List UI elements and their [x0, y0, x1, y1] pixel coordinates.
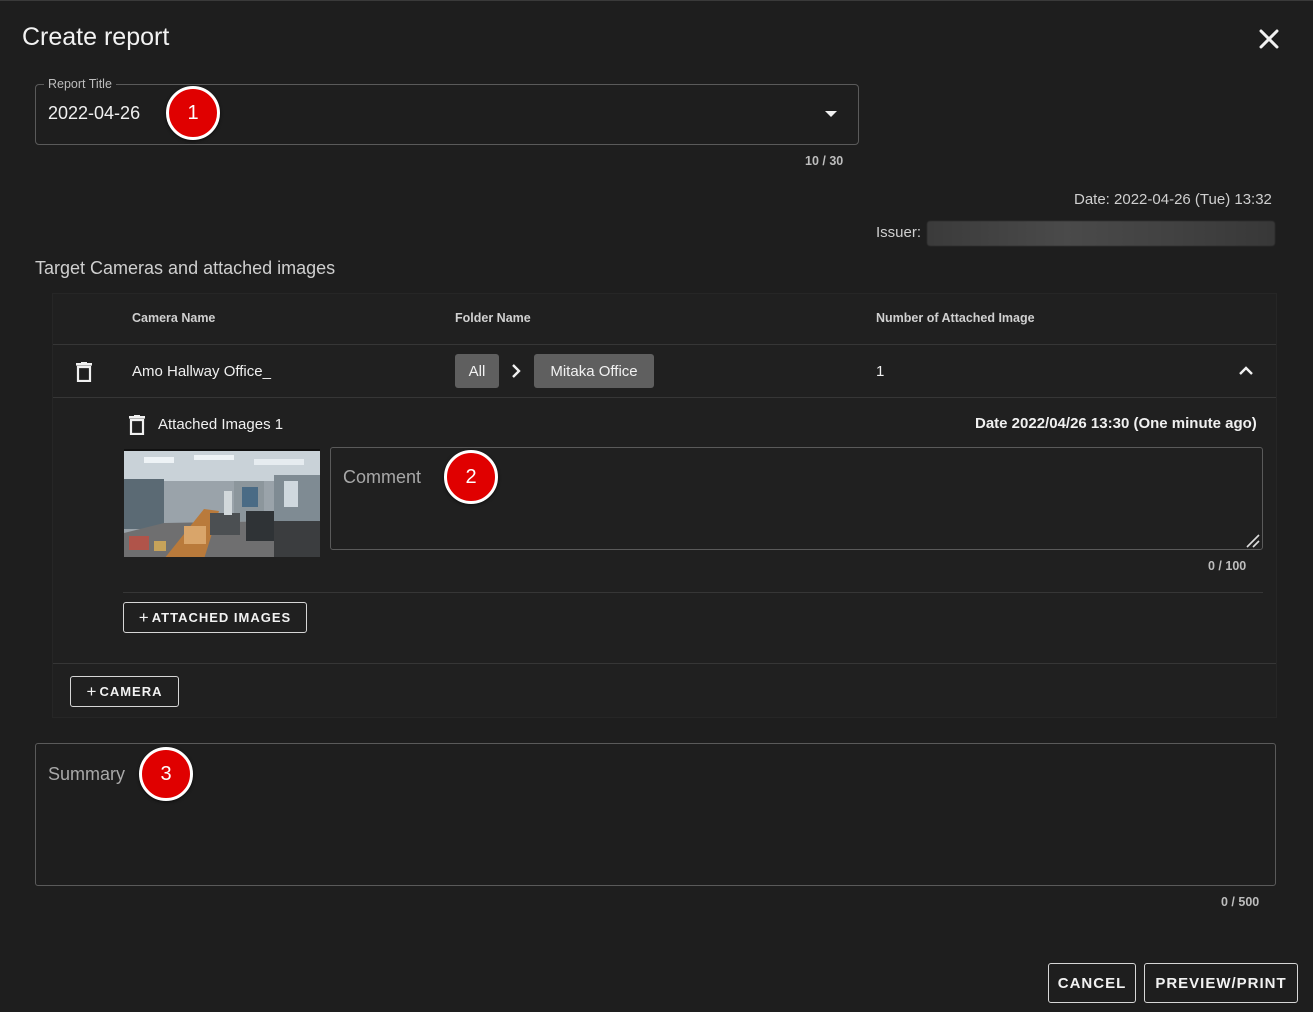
- callout-badge-3: 3: [139, 747, 193, 801]
- report-title-counter: 10 / 30: [805, 154, 844, 168]
- callout-badge-2: 2: [444, 450, 498, 504]
- summary-input[interactable]: [35, 743, 1276, 886]
- chevron-up-icon[interactable]: [1237, 363, 1255, 377]
- plus-icon: +: [86, 681, 97, 701]
- close-icon[interactable]: [1255, 25, 1283, 53]
- create-report-dialog: Create report Report Title 2022-04-26 10…: [0, 0, 1313, 1012]
- callout-badge-1: 1: [166, 86, 220, 140]
- attached-image-thumbnail[interactable]: [124, 449, 320, 557]
- divider: [123, 592, 1263, 593]
- add-camera-button[interactable]: + CAMERA: [70, 676, 179, 707]
- divider: [53, 663, 1276, 664]
- attached-count-cell: 1: [876, 363, 885, 380]
- comment-placeholder: Comment: [343, 467, 422, 487]
- dialog-title: Create report: [22, 23, 170, 51]
- folder-chip-mitaka[interactable]: Mitaka Office: [534, 354, 654, 388]
- report-title-label: Report Title: [44, 77, 116, 91]
- dropdown-arrow-icon[interactable]: [825, 111, 837, 117]
- cancel-button[interactable]: CANCEL: [1048, 963, 1136, 1003]
- delete-camera-icon[interactable]: [75, 362, 93, 383]
- comment-counter: 0 / 100: [1208, 559, 1247, 573]
- report-title-value[interactable]: 2022-04-26: [48, 103, 140, 124]
- add-attached-images-button[interactable]: + ATTACHED IMAGES: [123, 602, 307, 633]
- report-title-field[interactable]: [35, 84, 859, 145]
- camera-name-cell: Amo Hallway Office_: [132, 363, 271, 380]
- preview-print-button[interactable]: PREVIEW/PRINT: [1144, 963, 1298, 1003]
- section-label: Target Cameras and attached images: [35, 258, 336, 278]
- header-attached-count: Number of Attached Image: [876, 311, 1035, 325]
- summary-placeholder: Summary: [48, 764, 126, 784]
- resize-handle-icon[interactable]: [1244, 532, 1260, 548]
- divider: [53, 344, 1276, 345]
- add-camera-label: CAMERA: [99, 684, 163, 699]
- chevron-right-icon: [509, 363, 523, 379]
- issuer-label: Issuer:: [876, 224, 922, 241]
- image-date: Date 2022/04/26 13:30 (One minute ago): [975, 415, 1257, 432]
- attached-images-label: Attached Images 1: [158, 416, 284, 433]
- plus-icon: +: [138, 607, 149, 627]
- header-folder-name: Folder Name: [455, 311, 531, 325]
- report-date: Date: 2022-04-26 (Tue) 13:32: [1074, 191, 1272, 208]
- header-camera-name: Camera Name: [132, 311, 216, 325]
- delete-images-icon[interactable]: [128, 415, 146, 436]
- folder-chip-all[interactable]: All: [455, 354, 499, 388]
- summary-counter: 0 / 500: [1221, 895, 1260, 909]
- issuer-value-redacted: [927, 221, 1275, 246]
- divider: [53, 397, 1276, 398]
- add-images-label: ATTACHED IMAGES: [151, 610, 292, 625]
